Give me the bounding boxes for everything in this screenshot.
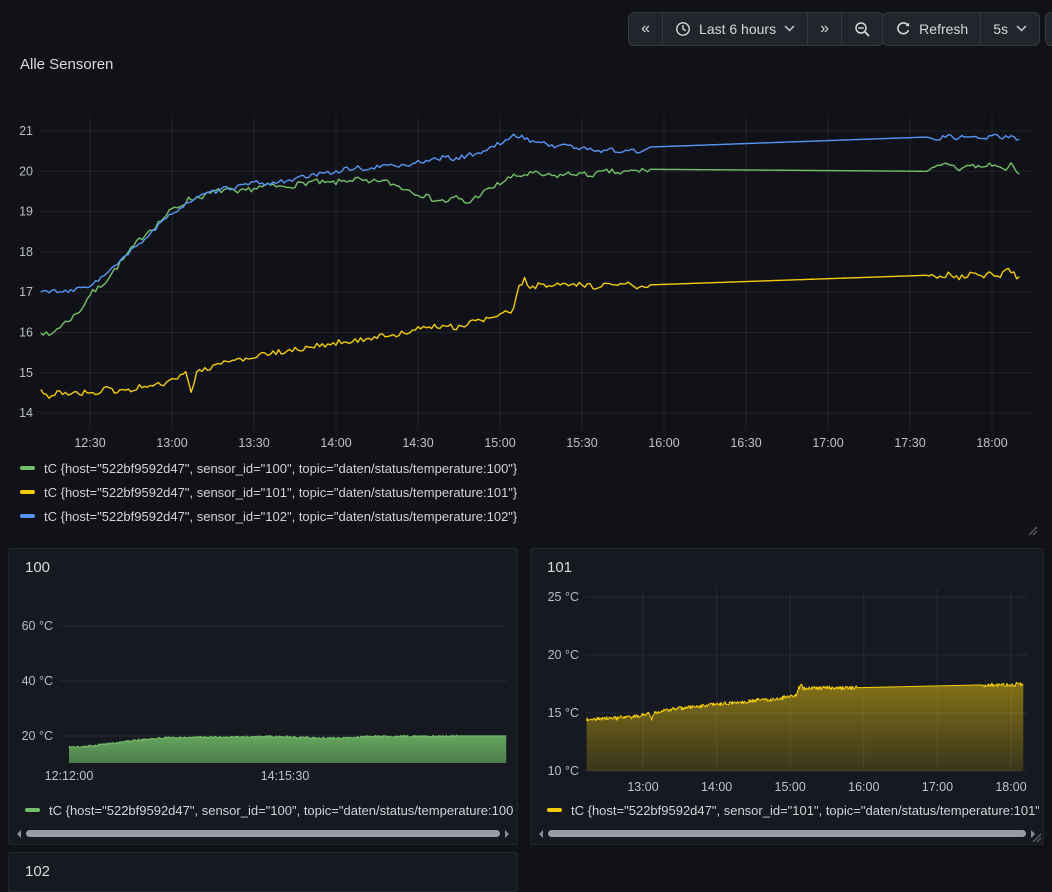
series-102 xyxy=(41,134,1020,293)
x-tick-label: 14:15:30 xyxy=(261,769,310,783)
axis-labels: 14 15 16 17 18 19 20 21 12:30 13:00 13:30 14:00 14:3… xyxy=(19,124,1008,450)
x-tick-label: 14:30 xyxy=(402,436,433,450)
y-tick-label: 21 xyxy=(19,124,33,138)
y-tick-label: 15 °C xyxy=(548,706,579,720)
legend-item[interactable]: tC {host="522bf9592d47", sensor_id="100"… xyxy=(25,801,513,819)
y-tick-label: 19 xyxy=(19,205,33,219)
panel-100: 100 20 °C40 °C60 °C12:12:0014:15:30 tC {… xyxy=(8,548,518,845)
grid xyxy=(59,626,507,736)
scroll-right-icon[interactable] xyxy=(505,830,509,838)
y-tick-label: 14 xyxy=(19,406,33,420)
legend-sensor-101: tC {host="522bf9592d47", sensor_id="101"… xyxy=(547,801,1039,819)
panel-title-102[interactable]: 102 xyxy=(25,863,50,880)
x-tick-label: 16:00 xyxy=(848,780,879,794)
legend-label: tC {host="522bf9592d47", sensor_id="101"… xyxy=(44,485,517,500)
legend-scrollbar xyxy=(17,828,509,839)
scroll-left-icon[interactable] xyxy=(17,830,21,838)
x-tick-label: 14:00 xyxy=(701,780,732,794)
x-tick-label: 13:00 xyxy=(156,436,187,450)
x-tick-label: 16:30 xyxy=(730,436,761,450)
scroll-left-icon[interactable] xyxy=(539,830,543,838)
resize-grip-icon xyxy=(1030,831,1042,843)
series-100 xyxy=(41,163,1020,336)
y-tick-label: 25 °C xyxy=(548,590,579,604)
x-tick-label: 14:00 xyxy=(320,436,351,450)
legend-swatch xyxy=(20,514,35,519)
series-101 xyxy=(587,682,1024,771)
x-tick-label: 13:00 xyxy=(627,780,658,794)
y-tick-label: 15 xyxy=(19,366,33,380)
series-100 xyxy=(69,735,506,763)
panel-resize-handle[interactable] xyxy=(1030,831,1042,843)
x-tick-label: 17:00 xyxy=(812,436,843,450)
x-tick-label: 17:30 xyxy=(894,436,925,450)
area-chart-sensor-100[interactable]: 20 °C 40 °C 60 °C 12:12:00 14:15:30 xyxy=(9,549,517,799)
y-tick-label: 17 xyxy=(19,285,33,299)
scrollbar-thumb[interactable] xyxy=(548,830,1026,837)
legend-label: tC {host="522bf9592d47", sensor_id="101"… xyxy=(571,803,1039,818)
x-tick-label: 15:00 xyxy=(484,436,515,450)
area-chart-sensor-101[interactable]: 10 °C 15 °C 20 °C 25 °C 13:00 14:00 15:00 16:00… xyxy=(531,549,1043,799)
panel-resize-handle[interactable] xyxy=(1026,524,1038,536)
legend-swatch xyxy=(20,466,35,471)
panel-102: 102 xyxy=(8,852,518,892)
legend-label: tC {host="522bf9592d47", sensor_id="102"… xyxy=(44,509,517,524)
legend-swatch xyxy=(547,808,562,813)
legend-label: tC {host="522bf9592d47", sensor_id="100"… xyxy=(49,803,513,818)
x-tick-label: 15:00 xyxy=(775,780,806,794)
y-tick-label: 20 °C xyxy=(22,729,53,743)
legend-item[interactable]: tC {host="522bf9592d47", sensor_id="101"… xyxy=(20,480,517,504)
x-tick-label: 12:12:00 xyxy=(45,769,94,783)
x-tick-label: 15:30 xyxy=(566,436,597,450)
x-tick-label: 18:00 xyxy=(995,780,1026,794)
x-tick-label: 18:00 xyxy=(976,436,1007,450)
y-tick-label: 40 °C xyxy=(22,674,53,688)
series-101 xyxy=(41,268,1020,398)
x-tick-label: 17:00 xyxy=(922,780,953,794)
y-tick-label: 10 °C xyxy=(548,764,579,778)
legend-alle-sensoren: tC {host="522bf9592d47", sensor_id="100"… xyxy=(20,456,517,528)
legend-swatch xyxy=(20,490,35,495)
legend-scrollbar xyxy=(539,828,1035,839)
y-tick-label: 16 xyxy=(19,326,33,340)
x-tick-label: 13:30 xyxy=(238,436,269,450)
legend-item[interactable]: tC {host="522bf9592d47", sensor_id="101"… xyxy=(547,801,1039,819)
scrollbar-thumb[interactable] xyxy=(26,830,500,837)
y-tick-label: 20 °C xyxy=(548,648,579,662)
x-tick-label: 12:30 xyxy=(74,436,105,450)
legend-sensor-100: tC {host="522bf9592d47", sensor_id="100"… xyxy=(25,801,513,819)
legend-label: tC {host="522bf9592d47", sensor_id="100"… xyxy=(44,461,517,476)
panel-101: 101 10 °C15 °C20 °C25 °C13:0014:0015:001… xyxy=(530,548,1044,845)
legend-swatch xyxy=(25,808,40,813)
legend-item[interactable]: tC {host="522bf9592d47", sensor_id="100"… xyxy=(20,456,517,480)
resize-grip-icon xyxy=(1026,524,1038,536)
y-tick-label: 20 xyxy=(19,164,33,178)
y-tick-label: 18 xyxy=(19,245,33,259)
y-tick-label: 60 °C xyxy=(22,619,53,633)
x-tick-label: 16:00 xyxy=(648,436,679,450)
legend-item[interactable]: tC {host="522bf9592d47", sensor_id="102"… xyxy=(20,504,517,528)
